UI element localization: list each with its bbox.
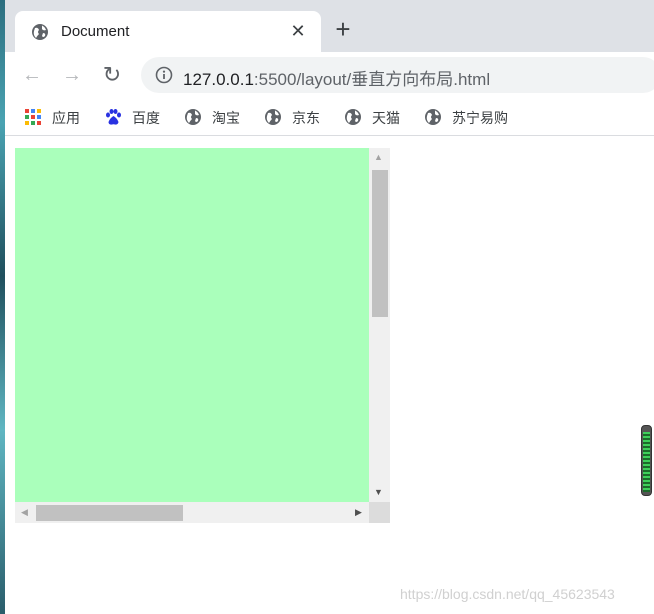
globe-icon xyxy=(32,24,48,40)
bookmark-label: 淘宝 xyxy=(212,110,240,126)
globe-icon xyxy=(345,109,361,125)
new-tab-button[interactable]: + xyxy=(331,16,355,42)
vertical-scrollbar[interactable]: ▲ ▼ xyxy=(369,148,390,502)
scroll-right-arrow-icon[interactable]: ▶ xyxy=(355,507,362,517)
apps-grid-icon xyxy=(25,109,41,125)
scroll-down-arrow-icon[interactable]: ▼ xyxy=(374,487,383,497)
close-icon[interactable]: ✕ xyxy=(287,20,309,42)
scrollbar-corner xyxy=(369,502,390,523)
tab-document[interactable]: Document ✕ xyxy=(15,11,321,52)
bookmark-label: 百度 xyxy=(132,110,160,126)
back-button[interactable]: ← xyxy=(18,61,46,89)
url-text[interactable]: 127.0.0.1:5500/layout/垂直方向布局.html xyxy=(183,65,490,90)
bookmark-label: 天猫 xyxy=(372,110,400,126)
bookmark-label: 应用 xyxy=(52,110,80,126)
side-meter-widget[interactable] xyxy=(641,425,652,496)
globe-icon xyxy=(425,109,441,125)
tab-title: Document xyxy=(61,23,130,40)
vertical-scroll-thumb[interactable] xyxy=(372,170,388,317)
reload-button[interactable]: ↻ xyxy=(98,61,126,89)
bookmarks-bar: 应用 百度 淘宝 京东 天猫 苏宁易购 xyxy=(5,98,654,136)
horizontal-scroll-thumb[interactable] xyxy=(36,505,183,521)
address-bar[interactable]: 127.0.0.1:5500/layout/垂直方向布局.html xyxy=(141,57,654,93)
globe-icon xyxy=(265,109,281,125)
info-icon[interactable] xyxy=(155,66,173,84)
bookmark-label: 苏宁易购 xyxy=(452,110,508,126)
scroll-container[interactable]: ▲ ▼ ◀ ▶ xyxy=(15,148,390,523)
baidu-paw-icon xyxy=(106,109,121,125)
tab-strip: Document ✕ + xyxy=(5,0,654,52)
toolbar: ← → ↻ 127.0.0.1:5500/layout/垂直方向布局.html xyxy=(5,52,654,98)
globe-icon xyxy=(185,109,201,125)
scroll-left-arrow-icon[interactable]: ◀ xyxy=(21,507,28,517)
url-path: :5500/layout/垂直方向布局.html xyxy=(253,70,491,89)
watermark: https://blog.csdn.net/qq_45623543 xyxy=(400,586,615,602)
bookmark-label: 京东 xyxy=(292,110,320,126)
page-content: ▲ ▼ ◀ ▶ xyxy=(5,137,654,614)
forward-button[interactable]: → xyxy=(58,61,86,89)
content-box xyxy=(15,148,369,502)
url-host: 127.0.0.1 xyxy=(183,70,254,89)
scroll-up-arrow-icon[interactable]: ▲ xyxy=(374,152,383,162)
horizontal-scrollbar[interactable]: ◀ ▶ xyxy=(15,502,369,523)
